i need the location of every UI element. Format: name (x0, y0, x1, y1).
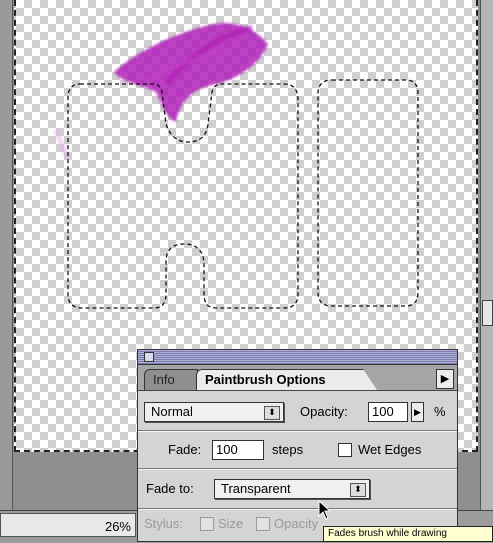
divider (138, 508, 457, 510)
stylus-label: Stylus: (144, 516, 184, 531)
zoom-field[interactable]: 26% (0, 513, 136, 537)
blend-mode-value: Normal (151, 404, 193, 419)
tab-info[interactable]: Info (144, 369, 198, 390)
window-frame-left (0, 0, 13, 510)
palette-tabs: Info Paintbrush Options ▶ (138, 365, 457, 391)
palette-titlebar[interactable] (138, 350, 457, 365)
blend-mode-select[interactable]: Normal ⬍ (144, 402, 284, 422)
arrow-cursor-icon (318, 500, 332, 520)
opacity-value: 100 (372, 404, 394, 419)
selection-marquee (67, 79, 419, 309)
close-box-icon[interactable] (144, 352, 154, 362)
fade-label: Fade: (168, 442, 202, 457)
wet-edges-checkbox[interactable] (338, 443, 352, 457)
popup-arrows-icon: ⬍ (264, 406, 280, 420)
wet-edges-label: Wet Edges (358, 442, 422, 457)
opacity-slider-arrow-icon[interactable]: ▶ (411, 402, 424, 422)
opacity-field[interactable]: 100 (368, 402, 408, 422)
palette-menu-arrow-icon[interactable]: ▶ (436, 369, 454, 389)
tooltip-text: Fades brush while drawing (328, 528, 447, 539)
stylus-size-checkbox[interactable] (200, 517, 214, 531)
scroll-thumb[interactable] (482, 300, 493, 326)
divider (138, 430, 457, 432)
vertical-scrollbar[interactable] (480, 0, 493, 510)
opacity-unit: % (434, 404, 446, 419)
fade-to-label: Fade to: (146, 481, 194, 496)
fade-steps-value: 100 (216, 442, 238, 457)
paintbrush-options-palette: Info Paintbrush Options ▶ Normal ⬍ Opaci… (137, 349, 458, 542)
stylus-opacity-label: Opacity (274, 516, 319, 531)
tooltip: Fades brush while drawing (323, 526, 493, 542)
fade-to-value: Transparent (221, 481, 291, 496)
tab-paintbrush-options[interactable]: Paintbrush Options (196, 369, 377, 390)
fade-steps-field[interactable]: 100 (212, 440, 264, 460)
opacity-label: Opacity: (300, 404, 348, 419)
divider (138, 468, 457, 470)
stylus-size-label: Size (218, 516, 244, 531)
popup-arrows-icon: ⬍ (350, 483, 366, 497)
fade-to-select[interactable]: Transparent ⬍ (214, 479, 370, 499)
fade-steps-unit: steps (272, 442, 304, 457)
stylus-opacity-checkbox[interactable] (256, 517, 270, 531)
zoom-readout: 26% (104, 519, 131, 534)
